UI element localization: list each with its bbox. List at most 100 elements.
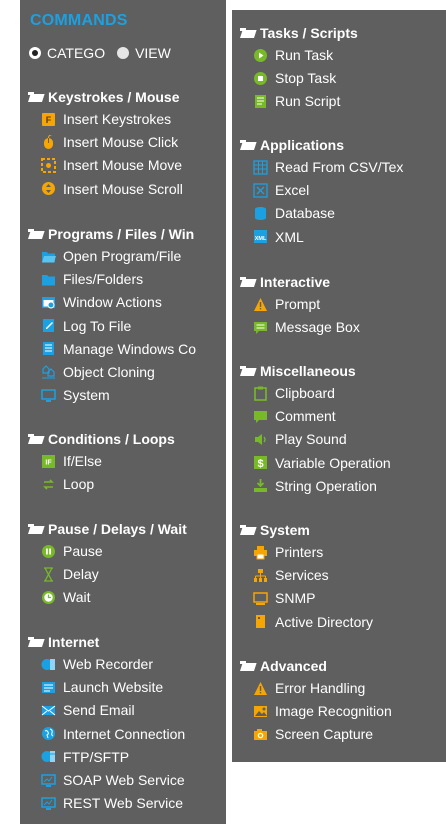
- section-header[interactable]: Miscellaneous: [240, 363, 356, 379]
- command-item[interactable]: Web Recorder: [41, 654, 153, 674]
- command-label: Object Cloning: [63, 364, 155, 380]
- loop-icon: [41, 477, 56, 492]
- launch-website-icon: [41, 680, 56, 695]
- command-item[interactable]: XML XML: [253, 227, 304, 247]
- command-item[interactable]: String Operation: [253, 476, 377, 496]
- command-label: System: [63, 387, 110, 404]
- command-item[interactable]: Launch Website: [41, 677, 163, 697]
- command-label: Window Actions: [63, 294, 162, 311]
- command-item[interactable]: Error Handling: [253, 678, 365, 698]
- radio-view-label[interactable]: VIEW: [135, 45, 171, 61]
- command-item[interactable]: Insert Mouse Click: [41, 132, 178, 152]
- section-header[interactable]: Pause / Delays / Wait: [28, 521, 187, 537]
- radio-category-icon[interactable]: [29, 47, 41, 59]
- command-item[interactable]: Play Sound: [253, 429, 347, 449]
- command-item[interactable]: Insert Mouse Move: [41, 155, 182, 175]
- command-label: Run Script: [275, 93, 341, 110]
- command-item[interactable]: Run Script: [253, 91, 340, 111]
- command-item[interactable]: Prompt: [253, 294, 320, 314]
- section-header[interactable]: Keystrokes / Mouse: [28, 89, 180, 105]
- command-label: XML: [275, 228, 304, 245]
- command-item[interactable]: Clipboard: [253, 383, 335, 403]
- section-header[interactable]: Applications: [240, 137, 344, 153]
- command-label: Active Directory: [275, 613, 374, 630]
- folder-open-icon: [240, 276, 256, 288]
- variable-icon: $: [253, 455, 268, 470]
- command-item[interactable]: Read From CSV/Tex: [253, 157, 403, 177]
- command-label: Web Recorder: [63, 656, 154, 672]
- section-header[interactable]: Interactive: [240, 274, 330, 290]
- command-item[interactable]: IF If/Else: [41, 451, 102, 471]
- section-header[interactable]: Programs / Files / Win: [28, 226, 194, 242]
- script-icon: [253, 94, 268, 109]
- section-header[interactable]: Advanced: [240, 658, 327, 674]
- command-label: SOAP Web Service: [63, 772, 185, 788]
- command-label: Run Task: [275, 47, 334, 63]
- command-label: Files/Folders: [63, 271, 144, 288]
- radio-view-icon[interactable]: [117, 47, 130, 59]
- command-item[interactable]: Run Task: [253, 45, 333, 65]
- command-item[interactable]: Open Program/File: [41, 246, 181, 266]
- command-item[interactable]: Object Cloning: [41, 362, 155, 382]
- command-item[interactable]: Window Actions: [41, 292, 162, 312]
- command-item[interactable]: Loop: [41, 474, 94, 494]
- command-label: Stop Task: [275, 70, 337, 87]
- command-item[interactable]: FTP/SFTP: [41, 747, 129, 767]
- command-label: Insert Mouse Move: [63, 157, 183, 174]
- xml-icon: XML: [253, 229, 268, 244]
- command-item[interactable]: Pause: [41, 541, 103, 561]
- command-item[interactable]: Files/Folders: [41, 269, 143, 289]
- command-item[interactable]: Printers: [253, 542, 323, 562]
- command-label: Send Email: [63, 702, 135, 719]
- command-item[interactable]: Image Recognition: [253, 701, 392, 721]
- command-item[interactable]: Screen Capture: [253, 724, 373, 744]
- command-label: Message Box: [275, 319, 360, 336]
- command-item[interactable]: Wait: [41, 587, 90, 607]
- clipboard-icon: [253, 386, 268, 401]
- command-item[interactable]: $ Variable Operation: [253, 453, 391, 473]
- command-item[interactable]: Send Email: [41, 700, 135, 720]
- section-label: Programs / Files / Win: [48, 226, 195, 242]
- command-item[interactable]: Log To File: [41, 316, 131, 336]
- command-item[interactable]: Active Directory: [253, 612, 373, 632]
- command-item[interactable]: F Insert Keystrokes: [41, 109, 171, 129]
- command-item[interactable]: Comment: [253, 406, 336, 426]
- section-header[interactable]: Tasks / Scripts: [240, 25, 358, 41]
- command-item[interactable]: Delay: [41, 564, 99, 584]
- command-item[interactable]: Internet Connection: [41, 724, 185, 744]
- command-label: Wait: [63, 589, 91, 606]
- section-header[interactable]: System: [240, 522, 310, 538]
- command-label: REST Web Service: [63, 795, 184, 812]
- command-item[interactable]: Database: [253, 203, 335, 223]
- section-label: Interactive: [260, 274, 331, 290]
- command-label: Log To File: [63, 317, 132, 334]
- command-item[interactable]: Services: [253, 565, 329, 585]
- command-item[interactable]: SNMP: [253, 588, 315, 608]
- csv-icon: [253, 159, 268, 175]
- section-label: Pause / Delays / Wait: [48, 521, 187, 537]
- command-item[interactable]: Insert Mouse Scroll: [41, 179, 183, 199]
- command-item[interactable]: Excel: [253, 180, 309, 200]
- monitor-icon: [41, 388, 56, 403]
- radio-category-label[interactable]: CATEGO: [47, 45, 105, 61]
- if-else-icon: IF: [41, 454, 56, 469]
- section-label: Internet: [48, 634, 100, 650]
- section-header[interactable]: Conditions / Loops: [28, 431, 175, 447]
- command-item[interactable]: SOAP Web Service: [41, 770, 185, 790]
- globe-icon: [41, 726, 56, 741]
- folder-open-icon: [28, 523, 44, 535]
- command-label: FTP/SFTP: [63, 748, 130, 765]
- log-file-icon: [41, 318, 56, 333]
- command-item[interactable]: Manage Windows Co: [41, 339, 196, 359]
- command-label: Launch Website: [63, 679, 164, 696]
- command-label: Manage Windows Co: [63, 340, 197, 357]
- command-item[interactable]: System: [41, 385, 110, 405]
- camera-icon: [253, 727, 268, 742]
- section-header[interactable]: Internet: [28, 634, 99, 650]
- command-item[interactable]: REST Web Service: [41, 793, 183, 813]
- command-item[interactable]: Message Box: [253, 317, 360, 337]
- image-recognition-icon: [253, 704, 268, 719]
- soap-icon: [41, 773, 56, 788]
- command-item[interactable]: Stop Task: [253, 68, 336, 88]
- command-label: Variable Operation: [275, 454, 391, 471]
